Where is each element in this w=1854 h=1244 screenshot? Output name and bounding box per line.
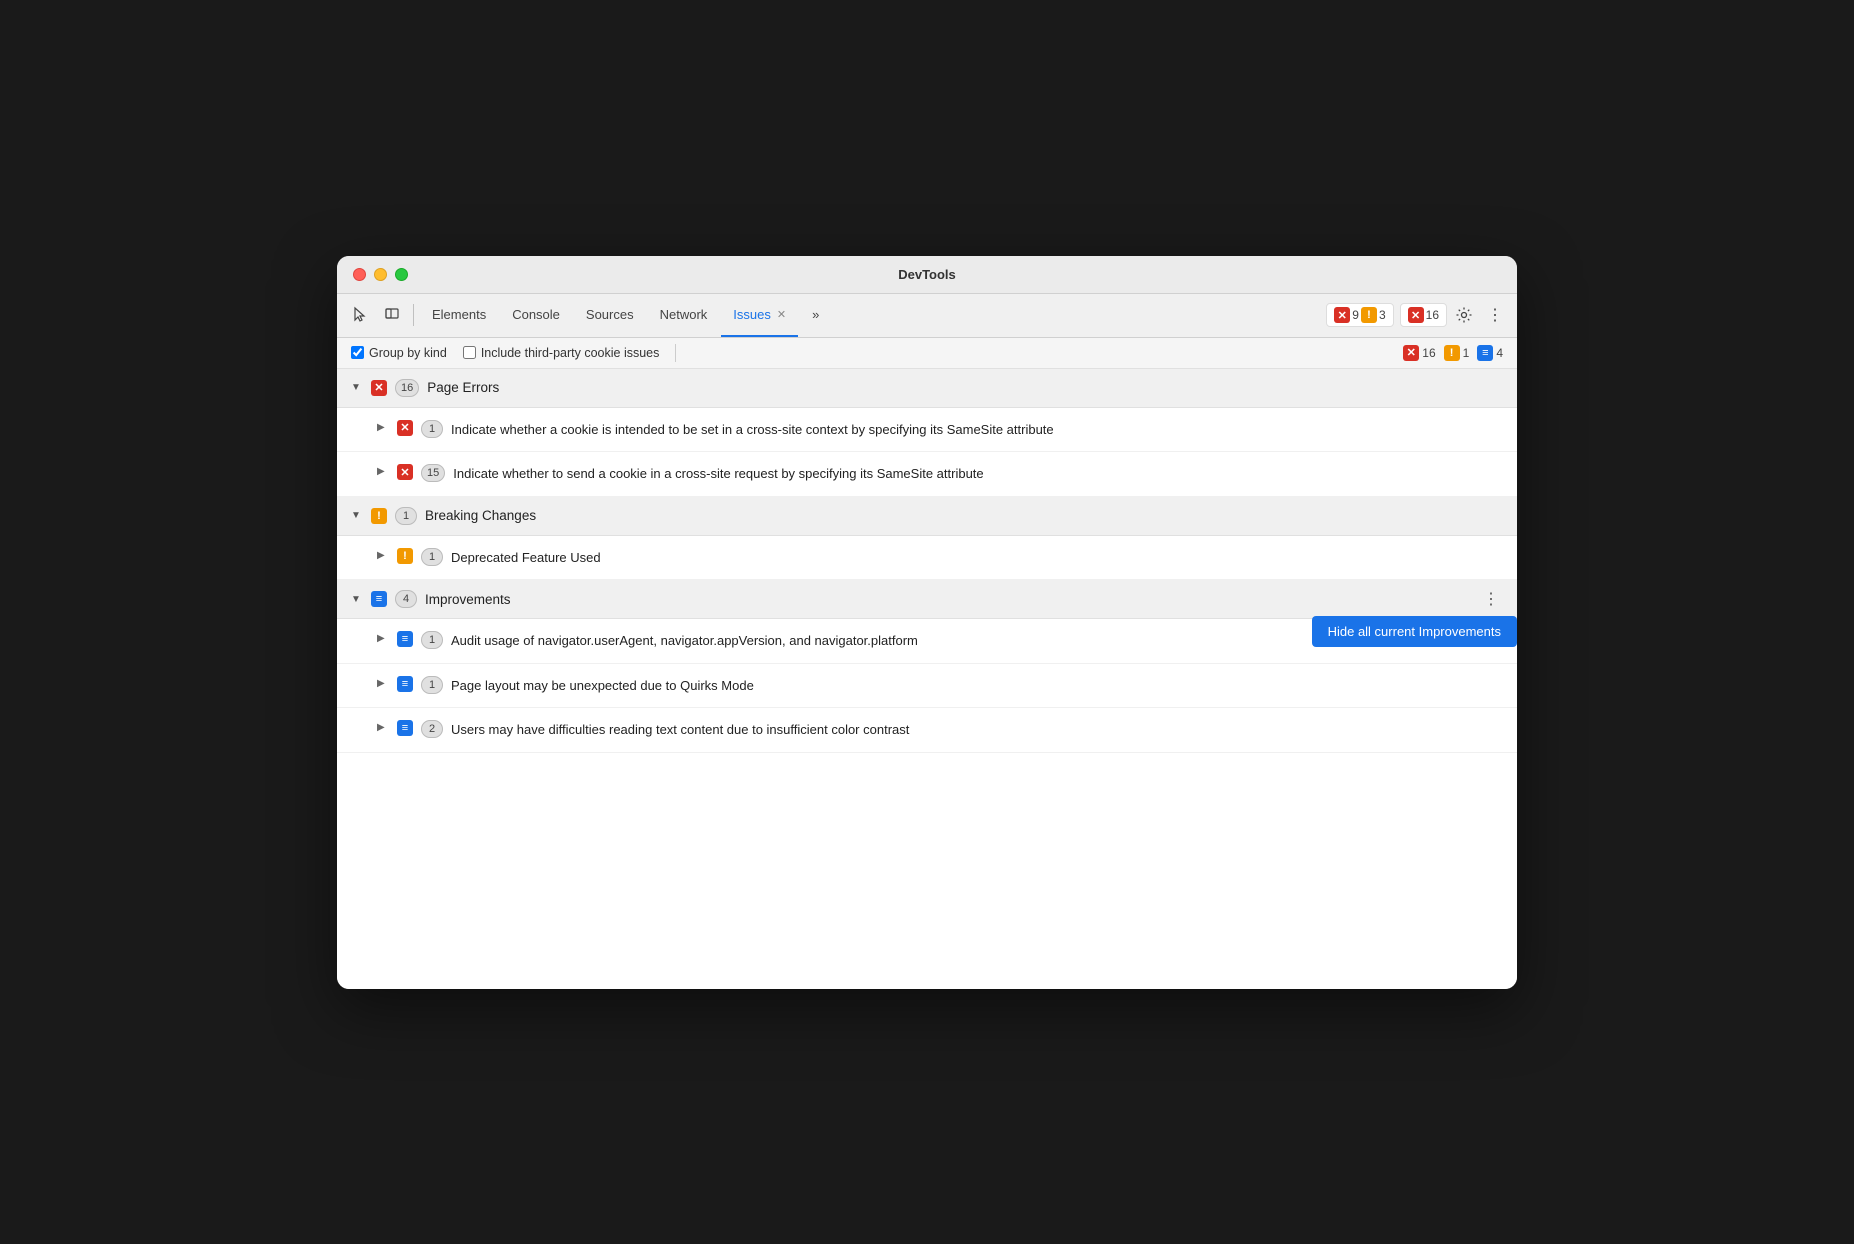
issue-count-badge: 1: [421, 631, 443, 649]
issue-text: Deprecated Feature Used: [451, 548, 601, 568]
improvements-menu-button[interactable]: ⋮: [1477, 587, 1505, 611]
include-third-party-checkbox[interactable]: [463, 346, 476, 359]
expand-icon: ▶: [377, 466, 389, 477]
group-by-kind-checkbox[interactable]: [351, 346, 364, 359]
issue-text: Page layout may be unexpected due to Qui…: [451, 676, 754, 696]
main-content: ▼ ✕ 16 Page Errors ▶ ✕ 1 Indicate whethe…: [337, 369, 1517, 989]
page-errors-chevron: ▼: [351, 382, 363, 393]
hide-improvements-popup[interactable]: Hide all current Improvements: [1312, 616, 1517, 647]
more-vert-icon: ⋮: [1487, 305, 1503, 325]
three-dots-icon: ⋮: [1483, 591, 1499, 608]
cursor-icon: [351, 306, 369, 324]
issue-item[interactable]: ▶ ✕ 1 Indicate whether a cookie is inten…: [337, 408, 1517, 453]
error-icon: ✕: [1334, 307, 1350, 323]
opt-warn-icon: !: [1444, 345, 1460, 361]
tab-network[interactable]: Network: [648, 293, 720, 337]
warn-count: 3: [1379, 308, 1386, 322]
toolbar-divider: [413, 304, 414, 326]
issue-count-badge: 1: [421, 676, 443, 694]
breaking-changes-chevron: ▼: [351, 510, 363, 521]
minimize-button[interactable]: [374, 268, 387, 281]
issue-text: Users may have difficulties reading text…: [451, 720, 909, 740]
expand-icon: ▶: [377, 633, 389, 644]
issue-info-icon: ≡: [397, 631, 413, 647]
issue-error-icon: ✕: [397, 420, 413, 436]
settings-button[interactable]: [1449, 302, 1479, 328]
total-error-icon: ✕: [1408, 307, 1424, 323]
page-errors-title: Page Errors: [427, 380, 499, 395]
improvements-section-header[interactable]: ▼ ≡ 4 Improvements ⋮ Hide all current Im…: [337, 580, 1517, 619]
more-options-button[interactable]: ⋮: [1481, 301, 1509, 329]
page-errors-count: 16: [395, 379, 419, 397]
options-bar: Group by kind Include third-party cookie…: [337, 338, 1517, 369]
improvements-count: 4: [395, 590, 417, 608]
breaking-changes-icon: !: [371, 508, 387, 524]
close-button[interactable]: [353, 268, 366, 281]
tab-elements[interactable]: Elements: [420, 293, 498, 337]
window-title: DevTools: [898, 267, 956, 282]
layers-icon: [383, 306, 401, 324]
issue-text: Audit usage of navigator.userAgent, navi…: [451, 631, 918, 651]
opt-error-icon: ✕: [1403, 345, 1419, 361]
tab-console[interactable]: Console: [500, 293, 572, 337]
breaking-changes-count: 1: [395, 507, 417, 525]
more-tabs-button[interactable]: »: [800, 293, 831, 337]
issue-item[interactable]: ▶ ✕ 15 Indicate whether to send a cookie…: [337, 452, 1517, 497]
expand-icon: ▶: [377, 550, 389, 561]
page-errors-icon: ✕: [371, 380, 387, 396]
issue-info-icon: ≡: [397, 720, 413, 736]
opt-warn-badge: ! 1: [1444, 345, 1470, 361]
issue-item[interactable]: ▶ ≡ 1 Page layout may be unexpected due …: [337, 664, 1517, 709]
improvements-chevron: ▼: [351, 594, 363, 605]
breaking-changes-section-header[interactable]: ▼ ! 1 Breaking Changes: [337, 497, 1517, 536]
opt-info-count: 4: [1496, 346, 1503, 360]
issue-info-icon: ≡: [397, 676, 413, 692]
layers-tool-button[interactable]: [377, 302, 407, 328]
issue-count-badge: 2: [421, 720, 443, 738]
issue-text: Indicate whether a cookie is intended to…: [451, 420, 1054, 440]
issue-count-badge: 1: [421, 420, 443, 438]
group-by-kind-label[interactable]: Group by kind: [351, 346, 447, 360]
tab-issues[interactable]: Issues ✕: [721, 293, 798, 337]
opt-error-badge: ✕ 16: [1403, 345, 1435, 361]
issue-count-badge: 1: [421, 548, 443, 566]
issue-count-badge: 15: [421, 464, 445, 482]
breaking-changes-title: Breaking Changes: [425, 508, 536, 523]
expand-icon: ▶: [377, 678, 389, 689]
opt-warn-count: 1: [1463, 346, 1470, 360]
issue-error-icon: ✕: [397, 464, 413, 480]
tab-sources[interactable]: Sources: [574, 293, 646, 337]
issue-warn-icon: !: [397, 548, 413, 564]
improvements-icon: ≡: [371, 591, 387, 607]
warn-icon: !: [1361, 307, 1377, 323]
options-divider: [675, 344, 676, 362]
cursor-tool-button[interactable]: [345, 302, 375, 328]
total-badge[interactable]: ✕ 16: [1400, 303, 1447, 327]
page-errors-section-header[interactable]: ▼ ✕ 16 Page Errors: [337, 369, 1517, 408]
gear-icon: [1455, 306, 1473, 324]
improvements-wrapper: ▼ ≡ 4 Improvements ⋮ Hide all current Im…: [337, 580, 1517, 753]
issue-text: Indicate whether to send a cookie in a c…: [453, 464, 983, 484]
traffic-lights: [353, 268, 408, 281]
options-badges: ✕ 16 ! 1 ≡ 4: [1403, 345, 1503, 361]
issue-item[interactable]: ▶ ≡ 2 Users may have difficulties readin…: [337, 708, 1517, 753]
issue-item[interactable]: ▶ ! 1 Deprecated Feature Used: [337, 536, 1517, 581]
devtools-window: DevTools Elements Console Sources Networ…: [337, 256, 1517, 989]
maximize-button[interactable]: [395, 268, 408, 281]
opt-info-badge: ≡ 4: [1477, 345, 1503, 361]
opt-info-icon: ≡: [1477, 345, 1493, 361]
total-count: 16: [1426, 308, 1439, 322]
toolbar: Elements Console Sources Network Issues …: [337, 294, 1517, 338]
error-count: 9: [1352, 308, 1359, 322]
tab-close-icon[interactable]: ✕: [777, 308, 786, 321]
error-warn-badge[interactable]: ✕ 9 ! 3: [1326, 303, 1393, 327]
include-third-party-label[interactable]: Include third-party cookie issues: [463, 346, 660, 360]
opt-error-count: 16: [1422, 346, 1435, 360]
expand-icon: ▶: [377, 422, 389, 433]
improvements-title: Improvements: [425, 592, 511, 607]
title-bar: DevTools: [337, 256, 1517, 294]
expand-icon: ▶: [377, 722, 389, 733]
